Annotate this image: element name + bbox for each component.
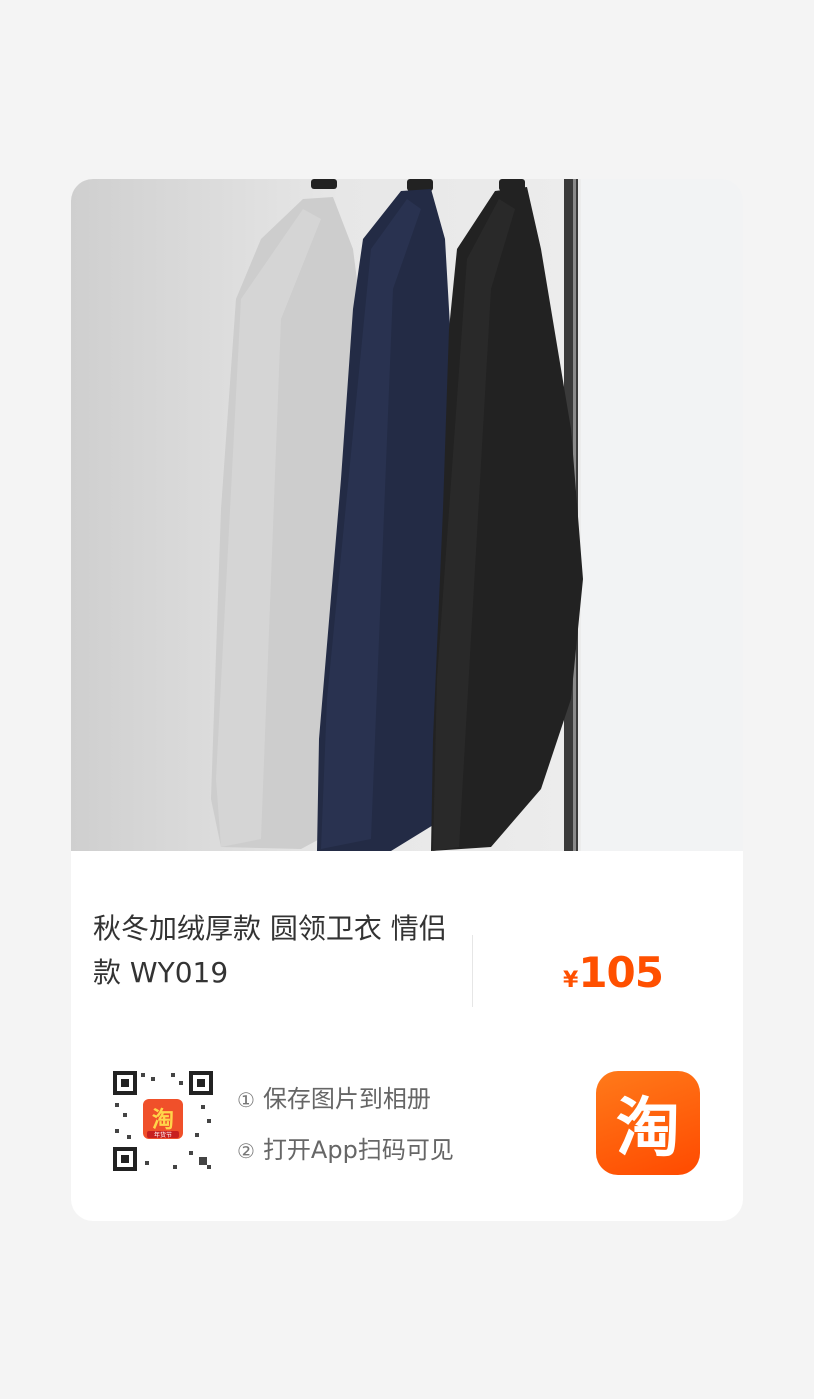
- taobao-app-icon[interactable]: 淘: [596, 1071, 700, 1175]
- hanger-1: [311, 179, 337, 189]
- instruction-step-1: ① 保存图片到相册: [237, 1079, 431, 1114]
- step-1-number: ①: [237, 1088, 255, 1112]
- qr-code[interactable]: 淘 年货节: [111, 1069, 215, 1173]
- qr-center-logo-subtext: 年货节: [154, 1131, 172, 1139]
- product-image-illustration: [211, 179, 743, 851]
- qr-code-graphic: 淘 年货节: [111, 1069, 215, 1173]
- instruction-step-2: ② 打开App扫码可见: [237, 1130, 454, 1165]
- product-price: ¥105: [563, 948, 664, 997]
- product-title[interactable]: 秋冬加绒厚款 圆领卫衣 情侣款 WY019: [93, 907, 453, 995]
- share-card: 秋冬加绒厚款 圆领卫衣 情侣款 WY019 ¥105 淘 年货节 ① 保存图片到…: [71, 179, 743, 1221]
- product-image[interactable]: [71, 179, 743, 851]
- divider: [472, 935, 473, 1007]
- product-info: 秋冬加绒厚款 圆领卫衣 情侣款 WY019 ¥105 淘 年货节 ① 保存图片到…: [71, 851, 743, 1221]
- app-logo-text: 淘: [616, 1092, 680, 1166]
- currency-symbol: ¥: [563, 968, 579, 993]
- step-2-number: ②: [237, 1139, 255, 1163]
- step-2-text: 打开App扫码可见: [262, 1136, 454, 1164]
- step-1-text: 保存图片到相册: [262, 1085, 431, 1113]
- price-value: 105: [578, 948, 664, 997]
- background-wall: [581, 179, 743, 851]
- qr-center-logo-text: 淘: [152, 1107, 174, 1133]
